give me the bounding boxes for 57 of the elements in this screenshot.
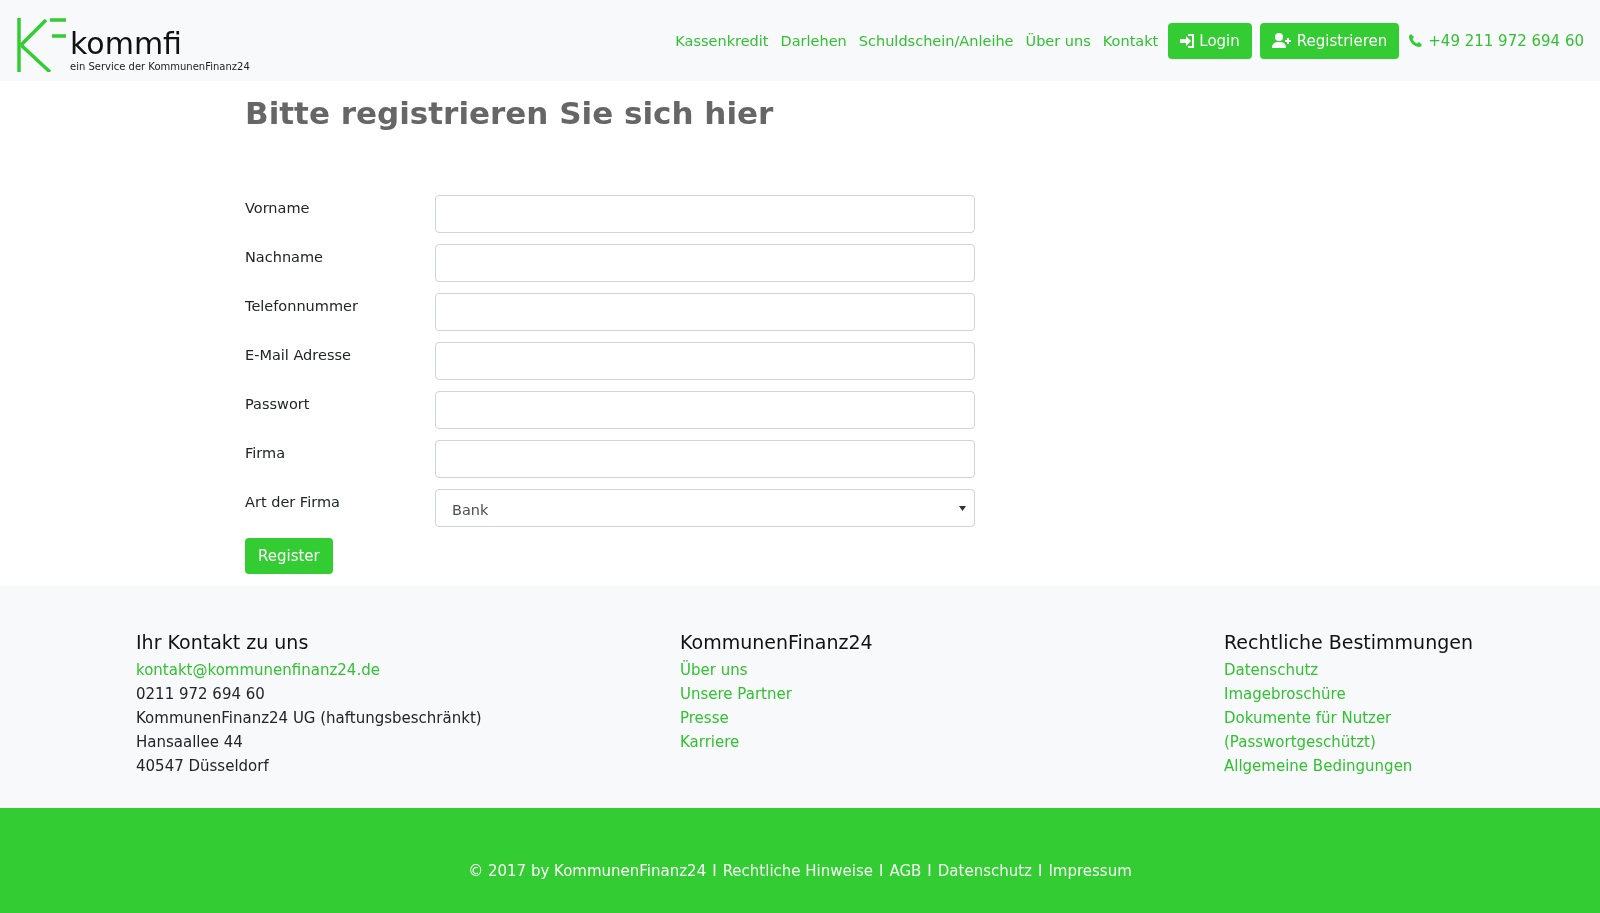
input-field[interactable] (435, 342, 975, 380)
input-field[interactable] (435, 244, 975, 282)
footer-heading: Rechtliche Bestimmungen (1224, 631, 1473, 653)
separator-text: I (712, 861, 717, 880)
logo-tagline: ein Service der KommunenFinanz24 (70, 60, 250, 72)
logo-wordmark: kommfi (70, 28, 183, 59)
caret-icon (959, 505, 966, 511)
footer-link[interactable]: Datenschutz (1224, 658, 1319, 682)
nav-link[interactable]: Über uns (1019, 32, 1097, 49)
field-label: E-Mail Adresse (245, 346, 352, 363)
footer-link[interactable]: kontakt@kommunenfinanz24.de (136, 658, 380, 682)
footer-link[interactable]: (Passwortgeschützt) (1224, 730, 1376, 754)
input-field[interactable] (435, 440, 975, 478)
nav-link[interactable]: Darlehen (774, 32, 853, 49)
login-button[interactable]: Login (1168, 22, 1252, 59)
field-label: Telefonnummer (245, 297, 359, 314)
footer-link[interactable]: Presse (680, 706, 729, 730)
footer-text: 0211 972 694 60 (136, 684, 265, 705)
phone-icon (1409, 34, 1423, 47)
footer-text: 40547 Düsseldorf (136, 756, 269, 777)
register-submit-button[interactable]: Register (245, 538, 333, 574)
footer-text: KommunenFinanz24 UG (haftungsbeschränkt) (136, 708, 482, 729)
phone-link[interactable]: +49 211 972 694 60 (1409, 31, 1584, 50)
bottom-link[interactable]: Rechtliche Hinweise (722, 861, 873, 880)
bottom-link[interactable]: Impressum (1048, 861, 1132, 880)
separator-text: I (927, 861, 932, 880)
logo-mark-icon (16, 17, 68, 72)
field-label: Firma (245, 444, 287, 461)
bottom-link[interactable]: Datenschutz (937, 861, 1032, 880)
user-plus-icon (1271, 33, 1292, 48)
bottom-link[interactable]: AGB (889, 861, 922, 880)
copyright-text: © 2017 by KommunenFinanz24 (468, 861, 707, 880)
footer-link[interactable]: Unsere Partner (680, 682, 792, 706)
dropdown-field[interactable]: Bank (435, 489, 975, 527)
nav-link[interactable]: Kontakt (1096, 32, 1165, 49)
input-field[interactable] (435, 293, 975, 331)
input-field[interactable] (435, 195, 975, 233)
footer-link[interactable]: Imagebroschüre (1224, 682, 1346, 706)
field-label: Art der Firma (245, 493, 341, 510)
sign-up-button[interactable]: Registrieren (1259, 22, 1400, 59)
separator-text: I (879, 861, 884, 880)
page-title: Bitte registrieren Sie sich hier (245, 94, 775, 133)
password-field[interactable] (435, 391, 975, 429)
footer-link[interactable]: Allgemeine Bedingungen (1224, 754, 1413, 778)
nav-link[interactable]: Schuldschein/Anleihe (852, 32, 1020, 49)
footer-text: Hansaallee 44 (136, 732, 243, 753)
field-label: Passwort (245, 395, 311, 412)
field-label: Nachname (245, 248, 324, 265)
footer-link[interactable]: Dokumente für Nutzer (1224, 706, 1392, 730)
footer-link[interactable]: Karriere (680, 730, 740, 754)
footer-heading: KommunenFinanz24 (680, 631, 873, 653)
footer-heading: Ihr Kontakt zu uns (136, 631, 309, 653)
footer-link[interactable]: Über uns (680, 658, 748, 682)
field-label: Vorname (245, 199, 311, 216)
nav-link[interactable]: Kassenkredit (669, 32, 775, 49)
sign-in-icon (1180, 33, 1195, 48)
separator-text: I (1038, 861, 1043, 880)
